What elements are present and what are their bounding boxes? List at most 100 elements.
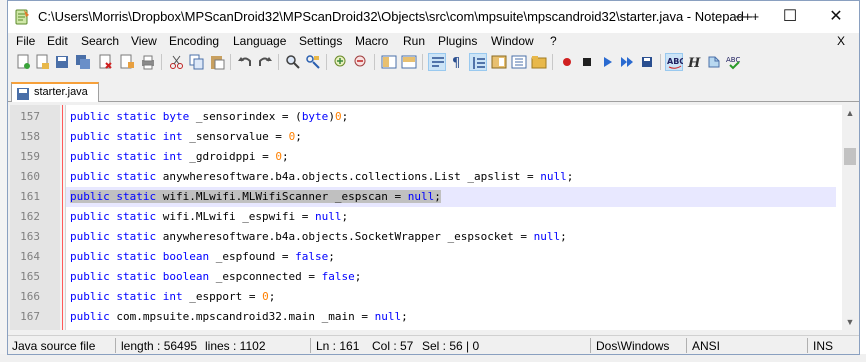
menu-bar: File Edit Search View Encoding Language …	[8, 33, 859, 50]
toolbar-separator	[660, 54, 661, 70]
menu-view[interactable]: View	[131, 34, 157, 48]
keyword-token: byte	[301, 110, 329, 123]
save-macro-icon[interactable]	[638, 53, 656, 71]
close-all-icon[interactable]	[118, 53, 136, 71]
zoom-out-icon[interactable]	[352, 53, 370, 71]
document-map-icon[interactable]	[490, 53, 508, 71]
cut-icon[interactable]	[168, 53, 186, 71]
status-column: Col : 57	[372, 339, 414, 353]
indent-guide-icon[interactable]	[469, 53, 487, 71]
saved-file-icon	[16, 87, 30, 104]
folder-workspace-icon[interactable]	[530, 53, 548, 71]
sync-vertical-icon[interactable]	[380, 53, 398, 71]
keyword-token: public static	[70, 170, 163, 183]
highlight-icon[interactable]: H	[685, 53, 703, 71]
menu-encoding[interactable]: Encoding	[169, 34, 219, 48]
keyword-token: public static	[70, 210, 163, 223]
code-line[interactable]: 163 public static anywheresoftware.b4a.ob…	[10, 227, 858, 247]
show-all-chars-icon[interactable]: ¶	[448, 53, 466, 71]
keyword-token: int	[162, 290, 183, 303]
find-icon[interactable]	[284, 53, 302, 71]
function-list-icon[interactable]	[510, 53, 528, 71]
vertical-scrollbar[interactable]: ▲ ▼	[842, 105, 858, 330]
save-all-icon[interactable]	[74, 53, 92, 71]
code-line[interactable]: 157 public static byte _sensorindex = (by…	[10, 107, 858, 127]
code-text: public static byte _sensorindex = (byte)…	[70, 110, 348, 123]
toolbar-separator	[278, 54, 279, 70]
menu-run[interactable]: Run	[403, 34, 425, 48]
zoom-in-icon[interactable]	[332, 53, 350, 71]
menu-help[interactable]: ?	[550, 34, 557, 48]
code-line[interactable]: 166 public static int _espport = 0;	[10, 287, 858, 307]
spell-check-icon[interactable]: ABC	[665, 53, 683, 71]
line-number: 163	[20, 230, 40, 243]
code-line[interactable]: 162 public static wifi.MLwifi _espwifi = …	[10, 207, 858, 227]
minimize-button[interactable]: —	[721, 1, 767, 33]
code-token: anywheresoftware.b4a.objects.collections…	[162, 170, 541, 183]
keyword-token: null	[315, 210, 342, 223]
print-icon[interactable]	[139, 53, 157, 71]
menu-language[interactable]: Language	[233, 34, 286, 48]
code-text: public static wifi.MLwifi.MLWifiScanner …	[70, 190, 441, 203]
notepadpp-app-icon	[14, 9, 30, 25]
status-language: Java source file	[12, 339, 96, 353]
code-line[interactable]: 167 public com.mpsuite.mpscandroid32.main…	[10, 307, 858, 327]
open-file-icon[interactable]	[33, 53, 51, 71]
code-line[interactable]: 158 public static int _sensorvalue = 0;	[10, 127, 858, 147]
line-number: 164	[20, 250, 40, 263]
menu-search[interactable]: Search	[81, 34, 119, 48]
svg-text:ABC: ABC	[667, 57, 683, 66]
autocorrect-icon[interactable]: ABC	[725, 53, 743, 71]
code-line[interactable]: 161 public static wifi.MLwifi.MLWifiScann…	[10, 187, 858, 207]
code-token: _espfound =	[209, 250, 296, 263]
tab-starter-java[interactable]: starter.java	[11, 82, 99, 102]
stop-record-icon[interactable]	[578, 53, 596, 71]
copy-icon[interactable]	[188, 53, 206, 71]
line-number: 167	[20, 310, 40, 323]
paste-icon[interactable]	[208, 53, 226, 71]
translate-icon[interactable]	[705, 53, 723, 71]
code-text: public static anywheresoftware.b4a.objec…	[70, 230, 567, 243]
toolbar-separator	[326, 54, 327, 70]
keyword-token: public static	[70, 270, 163, 283]
redo-icon[interactable]	[256, 53, 274, 71]
undo-icon[interactable]	[236, 53, 254, 71]
play-multiple-icon[interactable]	[618, 53, 636, 71]
menu-macro[interactable]: Macro	[355, 34, 388, 48]
menu-edit[interactable]: Edit	[47, 34, 68, 48]
code-editor[interactable]: 157 public static byte _sensorindex = (by…	[10, 105, 858, 330]
close-document-button[interactable]: X	[837, 34, 845, 48]
code-text: public static anywheresoftware.b4a.objec…	[70, 170, 573, 183]
menu-plugins[interactable]: Plugins	[438, 34, 477, 48]
menu-file[interactable]: File	[16, 34, 35, 48]
keyword-token: public static	[70, 130, 163, 143]
code-line[interactable]: 164 public static boolean _espfound = fal…	[10, 247, 858, 267]
close-window-button[interactable]: ✕	[813, 1, 859, 33]
close-icon[interactable]	[96, 53, 114, 71]
toolbar-separator	[161, 54, 162, 70]
word-wrap-icon[interactable]	[428, 53, 446, 71]
code-line[interactable]: 160 public static anywheresoftware.b4a.ob…	[10, 167, 858, 187]
vertical-scroll-thumb[interactable]	[844, 148, 856, 165]
sync-horizontal-icon[interactable]	[400, 53, 418, 71]
menu-settings[interactable]: Settings	[299, 34, 342, 48]
keyword-token: public static	[70, 150, 163, 163]
replace-icon[interactable]	[304, 53, 322, 71]
save-icon[interactable]	[53, 53, 71, 71]
scroll-down-icon[interactable]: ▼	[842, 314, 858, 330]
code-line[interactable]: 159 public static int _gdroidppi = 0;	[10, 147, 858, 167]
menu-window[interactable]: Window	[491, 34, 534, 48]
record-macro-icon[interactable]	[558, 53, 576, 71]
code-line[interactable]: 165 public static boolean _espconnected =…	[10, 267, 858, 287]
scroll-up-icon[interactable]: ▲	[842, 105, 858, 121]
status-separator	[115, 338, 116, 353]
play-macro-icon[interactable]	[598, 53, 616, 71]
new-file-icon[interactable]	[14, 53, 32, 71]
line-number: 161	[20, 190, 40, 203]
toolbar-separator	[552, 54, 553, 70]
line-number: 157	[20, 110, 40, 123]
maximize-button[interactable]: ☐	[767, 1, 813, 33]
title-bar[interactable]: C:\Users\Morris\Dropbox\MPScanDroid32\MP…	[8, 1, 859, 33]
toolbar-separator	[422, 54, 423, 70]
code-token: ;	[328, 250, 335, 263]
